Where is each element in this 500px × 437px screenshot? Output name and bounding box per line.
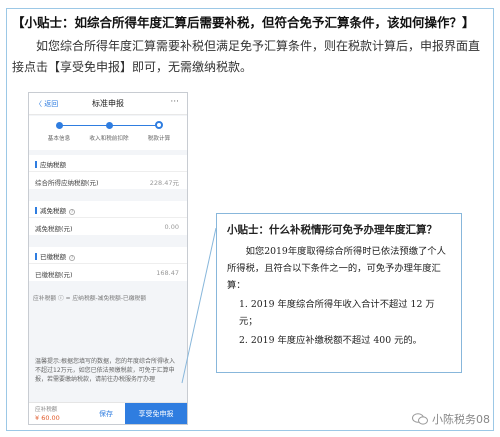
nav-bar: 〈 返回 标准申报 ··· [29, 93, 187, 115]
row-tax-payable[interactable]: 综合所得应纳税额(元) 228.47元 [29, 171, 187, 189]
wechat-icon [412, 413, 428, 425]
step-label-2: 收入和税前扣除 [89, 136, 129, 142]
row-value: 0.00 [164, 223, 179, 231]
formula-text: 应补税额 ⓘ = 应纳税额-减免税额-已缴税额 [33, 296, 147, 302]
callout-body: 如您2019年度取得综合所得时已依法预缴了个人所得税，且符合以下条件之一的，可免… [227, 246, 446, 291]
phone-screenshot: 〈 返回 标准申报 ··· 基本信息 收入和税前扣除 税款计算 应纳税额 综合所… [28, 92, 188, 425]
row-label: 减免税额(元) [35, 225, 73, 233]
row-tax-paid[interactable]: 已缴税额(元) 168.47 [29, 263, 187, 281]
more-icon[interactable]: ··· [170, 97, 179, 107]
callout-box: 小贴士：什么补税情形可免予办理年度汇算？ 如您2019年度取得综合所得时已依法预… [216, 213, 462, 373]
due-label: 应补税额 [35, 407, 58, 413]
row-label: 综合所得应纳税额(元) [35, 179, 99, 187]
help-icon[interactable]: ? [69, 209, 75, 215]
callout-item-2: 2. 2019 年度应补缴税额不超过 400 元的。 [239, 335, 422, 346]
step-dot-2 [106, 122, 113, 129]
watermark-text: 小陈税务08 [432, 413, 490, 426]
watermark: 小陈税务08 [412, 411, 490, 427]
section-tax-paid: 已缴税额? [29, 247, 187, 263]
callout-title: 小贴士：什么补税情形可免予办理年度汇算？ [227, 224, 437, 236]
nav-title: 标准申报 [92, 99, 124, 108]
step-dot-3 [155, 121, 163, 129]
section-tax-payable: 应纳税额 [29, 155, 187, 171]
row-value: 228.47元 [149, 179, 179, 187]
progress-steps: 基本信息 收入和税前扣除 税款计算 [29, 116, 187, 150]
step-dot-1 [56, 122, 63, 129]
bottom-bar: 应补税额 ¥ 60.00 保存 享受免申报 [29, 402, 187, 424]
help-icon[interactable]: ? [69, 255, 75, 261]
due-value: ¥ 60.00 [35, 414, 60, 422]
warm-tip: 温馨提示:根据您填写的数据，您的年度综合所得收入不超过12万元，如您已依法预缴税… [29, 351, 187, 409]
section-title: 已缴税额? [35, 251, 75, 261]
save-button[interactable]: 保存 [99, 409, 113, 419]
section-title: 减免税额? [35, 205, 75, 215]
tip-heading: 【小贴士：如综合所得年度汇算后需要补税，但符合免予汇算条件，该如何操作？】 [12, 15, 475, 30]
intro-paragraph: 如您综合所得年度汇算需要补税但满足免予汇算条件，则在税款计算后，申报界面直接点击… [12, 39, 481, 74]
callout-connector [181, 228, 217, 384]
section-tax-reduction: 减免税额? [29, 201, 187, 217]
row-label: 已缴税额(元) [35, 271, 73, 279]
step-label-3: 税款计算 [147, 136, 171, 142]
row-value: 168.47 [156, 269, 179, 277]
callout-item-1: 1. 2019 年度综合所得年收入合计不超过 12 万元； [239, 299, 435, 327]
section-title: 应纳税额 [35, 159, 66, 169]
row-tax-reduction[interactable]: 减免税额(元) 0.00 [29, 217, 187, 235]
step-label-1: 基本信息 [47, 136, 71, 142]
enjoy-exemption-button[interactable]: 享受免申报 [125, 403, 187, 424]
